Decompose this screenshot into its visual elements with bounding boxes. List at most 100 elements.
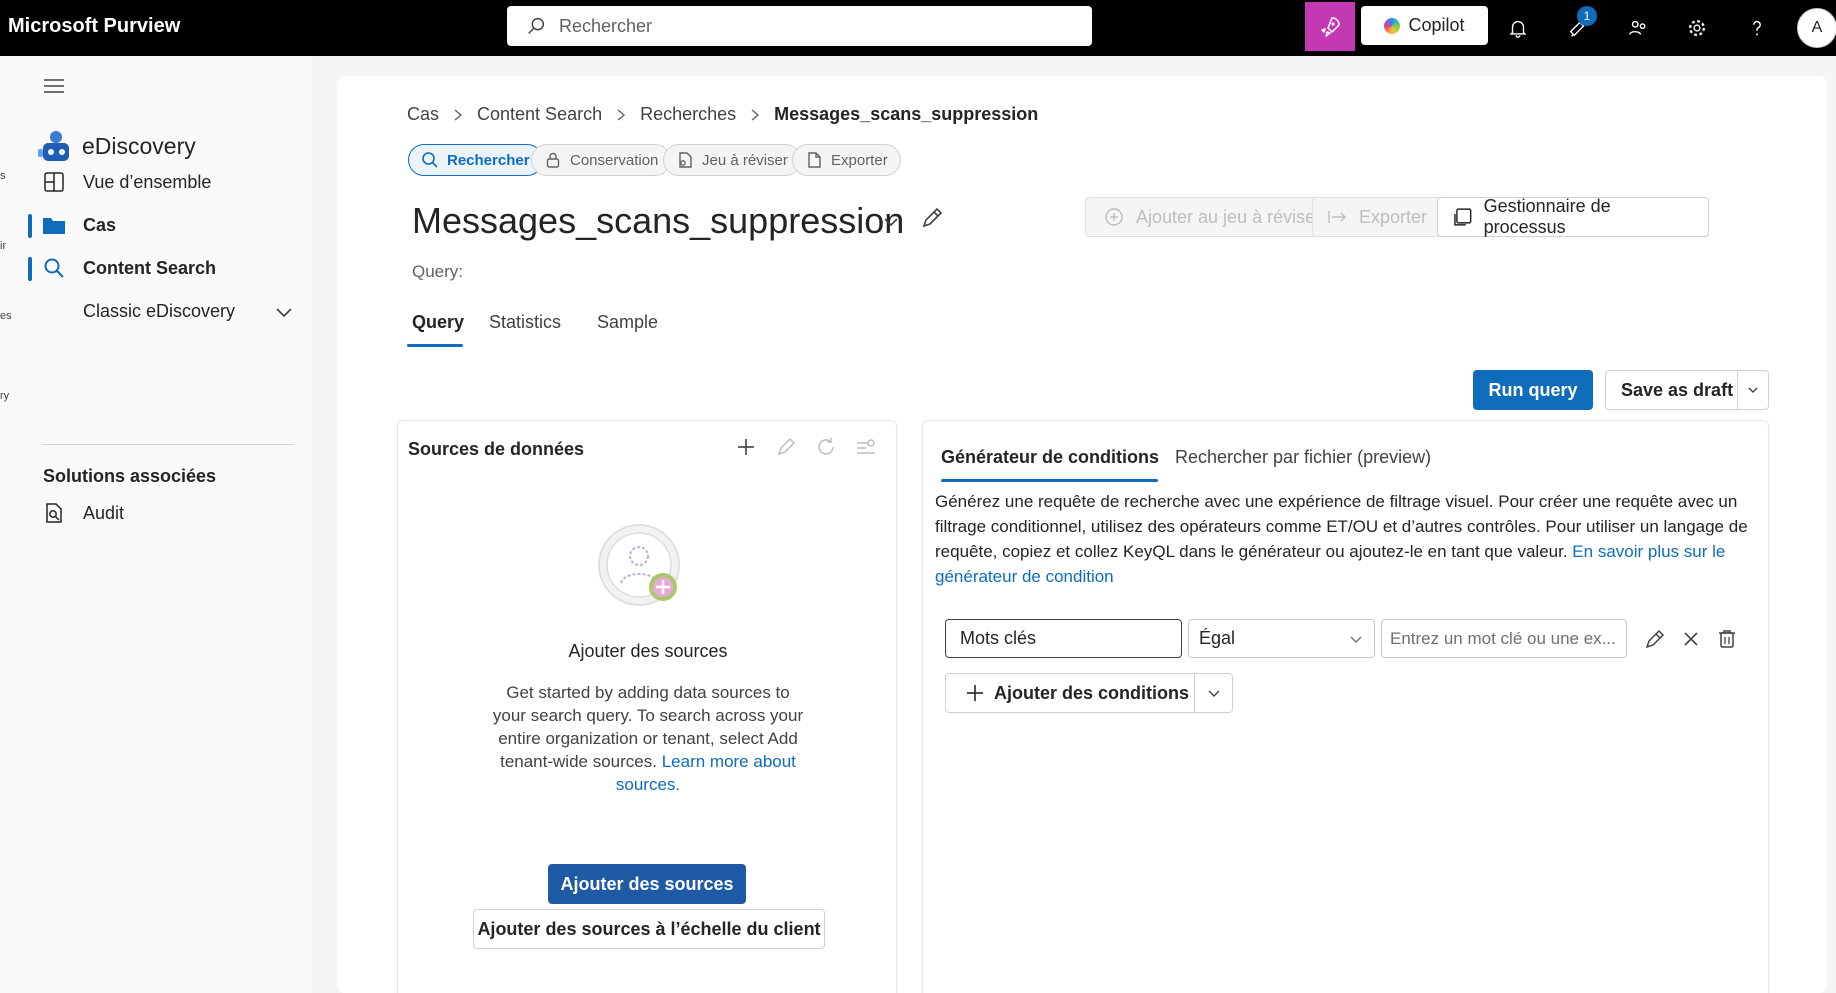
- hamburger-icon[interactable]: [42, 74, 66, 98]
- community-button[interactable]: [1620, 10, 1656, 46]
- sidebar-item-label: Cas: [83, 214, 117, 235]
- add-to-review-set-button[interactable]: Ajouter au jeu à réviser: [1085, 197, 1341, 237]
- audit-icon: [42, 501, 66, 525]
- save-options-dropdown[interactable]: [1738, 383, 1768, 397]
- main-content: Cas Content Search Recherches Messages_s…: [337, 76, 1827, 993]
- save-as-draft-split-button: Save as draft: [1605, 370, 1769, 410]
- add-to-review-set-label: Ajouter au jeu à réviser: [1136, 206, 1322, 227]
- save-as-draft-button[interactable]: Save as draft: [1606, 380, 1737, 401]
- operator-value: Égal: [1199, 628, 1236, 648]
- app-title-label: eDiscovery: [82, 132, 196, 159]
- trash-icon[interactable]: [1715, 627, 1739, 651]
- copilot-label: Copilot: [1408, 15, 1465, 35]
- pill-label: Rechercher: [447, 151, 530, 169]
- add-icon[interactable]: [734, 435, 758, 459]
- breadcrumb: Cas Content Search Recherches Messages_s…: [407, 104, 1038, 125]
- pencil-icon[interactable]: [919, 205, 945, 231]
- sidebar: eDiscovery Vue d’ensemble Cas Content Se…: [22, 56, 312, 993]
- lock-icon: [546, 152, 560, 168]
- search-icon: [528, 17, 545, 34]
- add-circle-icon: [1105, 208, 1123, 226]
- breadcrumb-item-cases[interactable]: Cas: [407, 104, 439, 125]
- rocket-button[interactable]: [1305, 2, 1355, 51]
- add-icon: [967, 685, 983, 701]
- run-query-button[interactable]: Run query: [1473, 370, 1593, 410]
- copilot-button[interactable]: Copilot: [1361, 6, 1488, 45]
- arrow-export-icon: [1328, 211, 1346, 223]
- folder-icon: [42, 213, 66, 237]
- pill-export[interactable]: Exporter: [792, 144, 901, 176]
- breadcrumb-item-current: Messages_scans_suppression: [774, 104, 1039, 124]
- search-input[interactable]: Rechercher: [559, 16, 652, 37]
- refresh-icon[interactable]: [814, 435, 838, 459]
- search-icon: [42, 256, 66, 280]
- add-conditions-label: Ajouter des conditions: [994, 682, 1190, 703]
- breadcrumb-item-content-search[interactable]: Content Search: [477, 104, 602, 125]
- data-sources-toolbar: [734, 435, 878, 459]
- tab-search-by-file[interactable]: Rechercher par fichier (preview): [1175, 447, 1431, 468]
- add-conditions-button[interactable]: Ajouter des conditions: [946, 682, 1194, 704]
- sidebar-item-overview[interactable]: Vue d’ensemble: [22, 161, 312, 203]
- condition-builder-panel: Générateur de conditions Rechercher par …: [922, 420, 1769, 993]
- tab-sample[interactable]: Sample: [597, 312, 658, 333]
- condition-value-input[interactable]: Entrez un mot clé ou une ex...: [1381, 619, 1627, 658]
- condition-field-select[interactable]: Mots clés: [945, 619, 1182, 658]
- pill-label: Jeu à réviser: [702, 151, 788, 169]
- pill-label: Exporter: [831, 151, 888, 169]
- pill-review-set[interactable]: Jeu à réviser: [663, 144, 801, 176]
- tab-query[interactable]: Query: [412, 312, 464, 333]
- breadcrumb-item-searches[interactable]: Recherches: [640, 104, 736, 125]
- export-label: Exporter: [1359, 206, 1428, 227]
- edge-fragment: ir: [0, 240, 7, 252]
- sidebar-item-audit[interactable]: Audit: [22, 492, 312, 534]
- question-icon: [1753, 20, 1761, 36]
- process-manager-button[interactable]: Gestionnaire de processus: [1437, 196, 1709, 237]
- add-sources-button[interactable]: Ajouter des sources: [548, 864, 746, 904]
- grid-icon: [42, 170, 66, 194]
- help-button[interactable]: [1739, 10, 1775, 46]
- process-manager-label: Gestionnaire de processus: [1483, 196, 1611, 237]
- tab-active-indicator: [941, 479, 1158, 482]
- tab-statistics[interactable]: Statistics: [489, 312, 561, 333]
- add-tenant-sources-button[interactable]: Ajouter des sources à l’échelle du clien…: [473, 909, 825, 949]
- tab-active-indicator: [407, 344, 463, 347]
- chevron-right-icon: [617, 108, 626, 121]
- chevron-down-icon: [1208, 690, 1220, 697]
- filter-list-icon[interactable]: [854, 435, 878, 459]
- sidebar-item-cases[interactable]: Cas: [22, 204, 312, 246]
- people-icon: [1629, 20, 1646, 35]
- sidebar-item-label: Audit: [83, 502, 125, 523]
- edit-icon[interactable]: [774, 435, 798, 459]
- pill-search[interactable]: Rechercher: [408, 144, 543, 176]
- condition-builder-description: Générez une requête de recherche avec un…: [935, 489, 1750, 589]
- export-button[interactable]: Exporter: [1312, 197, 1443, 237]
- data-sources-panel: Sources de données Ajouter des sources G…: [397, 420, 897, 993]
- active-indicator: [28, 257, 32, 281]
- chevron-right-icon: [751, 108, 760, 121]
- document-icon: [808, 152, 821, 168]
- tab-condition-builder[interactable]: Générateur de conditions: [941, 447, 1159, 468]
- notifications-button[interactable]: [1500, 10, 1536, 46]
- chevron-down-icon: [1350, 636, 1362, 643]
- copilot-logo-icon: [1384, 17, 1401, 34]
- close-icon[interactable]: [1679, 627, 1703, 651]
- settings-button[interactable]: [1679, 10, 1715, 46]
- chevron-down-icon[interactable]: [879, 209, 903, 233]
- chevron-right-icon: [454, 108, 463, 121]
- left-edge-panel: s ir es ry: [0, 56, 22, 993]
- brand-title[interactable]: Microsoft Purview: [8, 15, 180, 38]
- global-search-box[interactable]: Rechercher: [507, 6, 1092, 46]
- add-sources-illustration-icon: [598, 524, 680, 606]
- avatar[interactable]: A: [1797, 8, 1836, 48]
- chevron-down-icon[interactable]: [274, 302, 294, 322]
- pencil-icon[interactable]: [1643, 627, 1667, 651]
- edge-fragment: ry: [0, 390, 10, 402]
- sidebar-item-content-search[interactable]: Content Search: [22, 247, 312, 289]
- condition-operator-select[interactable]: Égal: [1188, 619, 1375, 658]
- empty-state-title: Ajouter des sources: [568, 641, 728, 661]
- add-conditions-dropdown[interactable]: [1195, 685, 1232, 701]
- sidebar-item-classic-ediscovery[interactable]: Classic eDiscovery: [22, 290, 312, 332]
- pill-hold[interactable]: Conservation: [531, 144, 672, 176]
- chevron-down-icon: [1748, 387, 1758, 393]
- active-indicator: [28, 214, 32, 238]
